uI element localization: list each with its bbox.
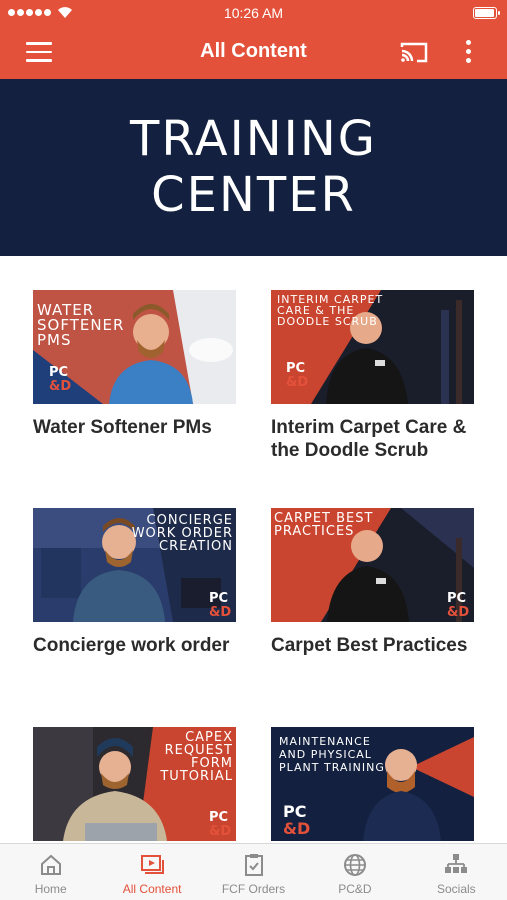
cast-icon[interactable] bbox=[399, 40, 429, 64]
status-time: 10:26 AM bbox=[223, 5, 284, 21]
video-card[interactable]: INTERIM CARPET CARE & THE DOODLE SCRUB P… bbox=[271, 290, 474, 462]
clipboard-check-icon bbox=[244, 854, 263, 876]
video-thumbnail[interactable]: CONCIERGE WORK ORDER CREATION PC &D bbox=[33, 508, 236, 622]
pcd-logo: PC &D bbox=[283, 802, 311, 838]
pcd-logo: PC &D bbox=[49, 365, 72, 394]
nav-fcf-orders[interactable]: FCF Orders bbox=[203, 844, 304, 900]
thumbnail-caption: WATER SOFTENER PMs bbox=[37, 301, 125, 349]
pcd-logo: PC &D bbox=[286, 361, 309, 390]
video-thumbnail[interactable]: INTERIM CARPET CARE & THE DOODLE SCRUB P… bbox=[271, 290, 474, 404]
nav-pcd[interactable]: PC&D bbox=[304, 844, 405, 900]
video-thumbnail[interactable]: WATER SOFTENER PMs PC &D bbox=[33, 290, 236, 404]
video-title: Interim Carpet Care & the Doodle Scrub bbox=[271, 417, 467, 461]
nav-label: PC&D bbox=[338, 882, 372, 896]
nav-label: Socials bbox=[436, 882, 476, 896]
video-title: Water Softener PMs bbox=[33, 417, 212, 438]
top-bar: 10:26 AM All Content bbox=[0, 0, 507, 79]
page-title: All Content bbox=[200, 40, 307, 62]
video-thumbnail[interactable]: MAINTENANCE AND PHYSICAL PLANT TRAINING … bbox=[271, 727, 474, 841]
battery-icon bbox=[473, 7, 500, 19]
nav-socials[interactable]: Socials bbox=[406, 844, 507, 900]
nav-label: FCF Orders bbox=[221, 882, 286, 896]
video-card[interactable]: CONCIERGE WORK ORDER CREATION PC &D Conci… bbox=[33, 508, 236, 657]
nav-home[interactable]: Home bbox=[0, 844, 101, 900]
video-card[interactable]: MAINTENANCE AND PHYSICAL PLANT TRAINING … bbox=[271, 727, 474, 841]
home-icon bbox=[40, 854, 61, 875]
nav-label: Home bbox=[34, 882, 67, 896]
video-thumbnail[interactable]: CARPET BEST PRACTICES PC &D bbox=[271, 508, 474, 622]
pcd-logo: PC &D bbox=[209, 810, 232, 839]
more-vert-icon[interactable] bbox=[458, 40, 478, 66]
thumbnail-caption: CARPET BEST PRACTICES bbox=[274, 511, 374, 539]
nav-all-content[interactable]: All Content bbox=[101, 844, 202, 900]
thumbnail-caption: CONCIERGE WORK ORDER CREATION bbox=[131, 513, 233, 554]
video-card[interactable]: WATER SOFTENER PMs PC &D Water Softener P… bbox=[33, 290, 236, 439]
video-title: Concierge work order bbox=[33, 635, 230, 656]
status-bar: 10:26 AM bbox=[0, 0, 507, 28]
banner-line-1: TRAINING bbox=[130, 111, 377, 167]
video-thumbnail[interactable]: CAPEX REQUEST FORM TUTORIAL PC &D bbox=[33, 727, 236, 841]
people-network-icon bbox=[445, 854, 468, 873]
thumbnail-caption: INTERIM CARPET CARE & THE DOODLE SCRUB bbox=[277, 293, 384, 328]
thumbnail-caption: MAINTENANCE AND PHYSICAL PLANT TRAINING bbox=[279, 735, 385, 774]
nav-label: All Content bbox=[122, 882, 182, 896]
training-center-banner: TRAINING CENTER bbox=[0, 79, 507, 256]
bottom-nav: Home All Content FCF Orders PC&D Socials bbox=[0, 843, 507, 900]
pcd-logo: PC &D bbox=[209, 591, 232, 620]
app-bar: All Content bbox=[0, 28, 507, 79]
video-card[interactable]: CARPET BEST PRACTICES PC &D Carpet Best P… bbox=[271, 508, 474, 657]
thumbnail-caption: CAPEX REQUEST FORM TUTORIAL bbox=[160, 730, 233, 784]
globe-icon bbox=[343, 854, 366, 876]
video-library-icon bbox=[141, 855, 165, 874]
video-title: Carpet Best Practices bbox=[271, 635, 468, 656]
banner-line-2: CENTER bbox=[151, 167, 356, 223]
pcd-logo: PC &D bbox=[447, 591, 470, 620]
video-card[interactable]: CAPEX REQUEST FORM TUTORIAL PC &D bbox=[33, 727, 236, 841]
